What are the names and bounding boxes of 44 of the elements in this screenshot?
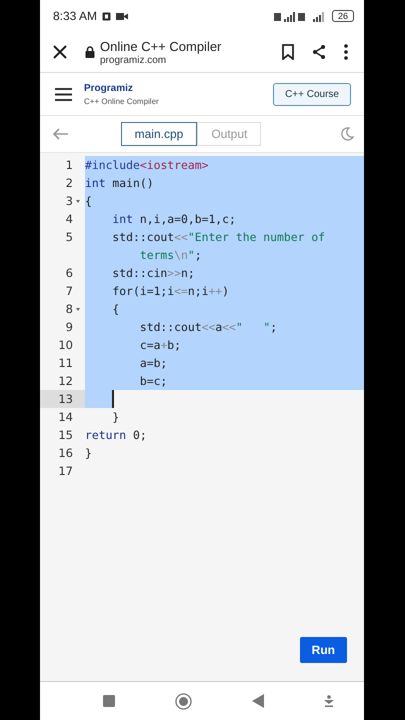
line-number: 1 [66, 158, 73, 172]
more-icon[interactable] [344, 44, 348, 60]
line-number: 6 [66, 266, 73, 280]
back-arrow-icon[interactable] [52, 128, 68, 140]
code-line: return 0; [85, 427, 147, 444]
code-line: } [85, 445, 92, 462]
home-icon[interactable] [175, 692, 192, 710]
line-number: 13 [58, 392, 73, 406]
line-number: 10 [58, 338, 73, 352]
moon-icon[interactable] [340, 127, 354, 141]
run-button[interactable]: Run [300, 637, 347, 663]
lock-icon [85, 46, 95, 58]
page-title: Online C++ Compiler [100, 38, 222, 54]
close-icon[interactable] [53, 45, 67, 59]
line-number: 3 [66, 194, 73, 208]
signal-icon [274, 10, 308, 22]
course-button[interactable]: C++ Course [273, 82, 351, 106]
line-number: 16 [58, 446, 73, 460]
site-subtitle: C++ Online Compiler [84, 96, 160, 106]
file-tab[interactable]: main.cpp [120, 122, 198, 146]
bookmark-icon[interactable] [282, 44, 294, 60]
back-icon[interactable] [252, 694, 264, 708]
notification-icon [102, 12, 112, 20]
line-number: 14 [58, 410, 73, 424]
code-line: } [111, 409, 120, 426]
video-camera-icon [116, 12, 128, 20]
line-number: 2 [66, 176, 73, 190]
line-number: 12 [58, 374, 73, 388]
line-number: 7 [66, 284, 73, 298]
line-number: 15 [58, 428, 73, 442]
status-time: 8:33 AM [53, 9, 98, 23]
share-icon[interactable] [312, 44, 326, 60]
logo-text: Programiz [84, 82, 134, 94]
menu-icon[interactable] [55, 88, 72, 100]
signal-icon [312, 10, 327, 22]
line-number: 17 [58, 464, 73, 478]
line-number: 11 [58, 356, 73, 370]
battery-level: 26 [332, 10, 354, 22]
line-number: 4 [66, 212, 73, 226]
page-url: programiz.com [100, 54, 168, 66]
download-icon[interactable] [324, 695, 334, 707]
line-number: 5 [66, 230, 73, 244]
line-number: 9 [66, 320, 73, 334]
line-number: 8 [66, 302, 73, 316]
